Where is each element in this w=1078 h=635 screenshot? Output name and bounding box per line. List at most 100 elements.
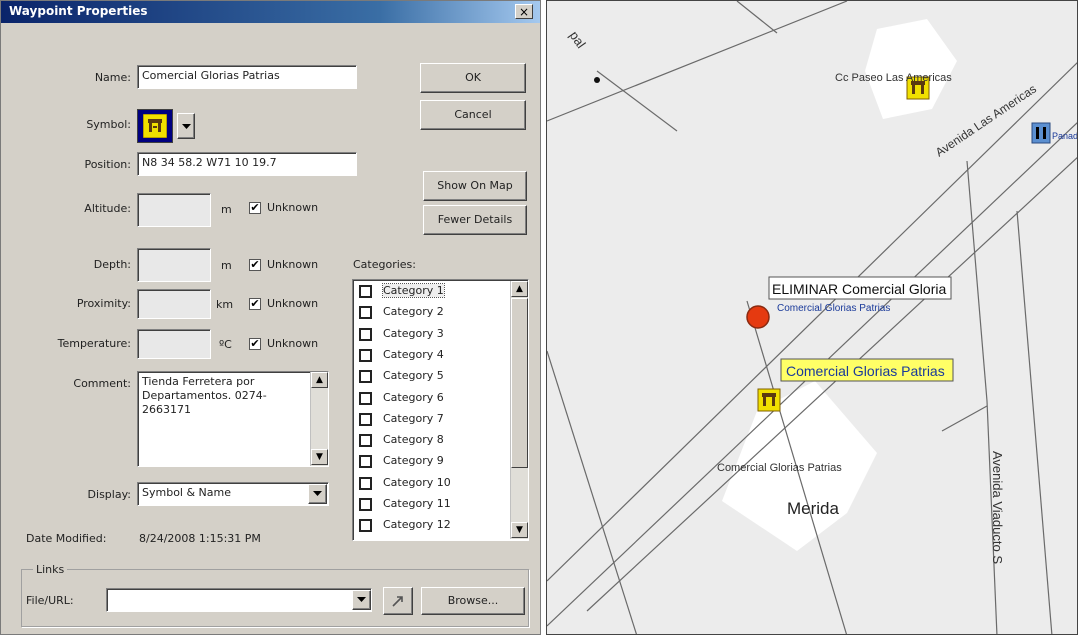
depth-unit: m — [221, 259, 232, 272]
category-checkbox[interactable] — [359, 412, 372, 426]
depth-label: Depth: — [93, 258, 131, 271]
waypoint-properties-dialog: Waypoint Properties × Name: Symbol: Posi… — [0, 0, 541, 635]
panaderia-symbol-icon[interactable] — [1031, 122, 1051, 144]
name-label: Name: — [94, 71, 131, 84]
category-label: Category 10 — [383, 475, 451, 489]
display-select[interactable]: Symbol & Name — [137, 482, 329, 506]
categories-scrollbar[interactable]: ▲ ▼ — [510, 281, 528, 539]
category-label: Category 9 — [383, 454, 444, 468]
symbol-dropdown-button[interactable] — [177, 113, 195, 139]
proximity-unit: km — [216, 298, 234, 311]
temperature-unit: ºC — [219, 338, 232, 351]
eliminar-sub-label: Comercial Glorias Patrias — [777, 303, 890, 314]
comment-scrollbar[interactable]: ▲ ▼ — [310, 372, 328, 466]
temperature-label: Temperature: — [57, 337, 131, 350]
avenida-americas-label: Avenida Las Americas — [933, 82, 1039, 160]
restaurant-icon — [143, 114, 167, 138]
category-checkbox[interactable] — [359, 476, 372, 490]
altitude-label: Altitude: — [84, 202, 131, 215]
close-button[interactable]: × — [515, 4, 533, 19]
scroll-down-icon[interactable]: ▼ — [511, 522, 528, 538]
category-label: Category 5 — [383, 369, 444, 383]
position-input[interactable]: N8 34 58.2 W71 10 19.7 — [137, 152, 357, 176]
scroll-down-icon[interactable]: ▼ — [311, 449, 328, 465]
dialog-title: Waypoint Properties — [9, 4, 148, 18]
category-checkbox[interactable] — [359, 455, 372, 469]
proximity-unknown-checkbox[interactable]: ✔ — [249, 298, 261, 310]
altitude-unit: m — [221, 203, 232, 216]
ok-button[interactable]: OK — [420, 63, 526, 93]
categories-label: Categories: — [353, 258, 416, 271]
category-checkbox[interactable] — [359, 391, 372, 405]
symbol-label: Symbol: — [86, 118, 131, 131]
scroll-thumb[interactable] — [511, 298, 528, 468]
category-checkbox[interactable] — [359, 285, 372, 298]
paseo-area — [865, 19, 957, 119]
file-url-dropdown-button[interactable] — [352, 590, 371, 610]
symbol-picker[interactable] — [137, 109, 173, 143]
scroll-up-icon[interactable]: ▲ — [511, 281, 528, 297]
category-checkbox[interactable] — [359, 306, 372, 320]
display-label: Display: — [87, 488, 131, 501]
date-modified-value: 8/24/2008 1:15:31 PM — [139, 532, 261, 545]
temperature-input[interactable] — [137, 329, 211, 359]
category-checkbox[interactable] — [359, 348, 372, 362]
category-label: Category 3 — [383, 326, 444, 340]
title-bar[interactable]: Waypoint Properties × — [1, 1, 540, 23]
categories-list: Category 1 Category 2 Category 3 Category 4… — [352, 279, 529, 541]
fewer-details-button[interactable]: Fewer Details — [423, 205, 527, 235]
category-label: Category 6 — [383, 390, 444, 404]
name-input[interactable]: Comercial Glorias Patrias — [137, 65, 357, 89]
cancel-button[interactable]: Cancel — [420, 100, 526, 130]
category-checkbox[interactable] — [359, 519, 372, 533]
altitude-unknown-checkbox[interactable]: ✔ — [249, 202, 261, 214]
file-url-input[interactable] — [106, 588, 372, 612]
map-point-marker[interactable] — [594, 77, 600, 83]
proximity-input[interactable] — [137, 289, 211, 319]
map-view[interactable]: pal Cc Paseo Las Americas Avenida Las Am… — [546, 0, 1078, 635]
category-checkbox[interactable] — [359, 370, 372, 384]
city-label: Merida — [787, 499, 840, 518]
proximity-unknown-label: Unknown — [267, 297, 319, 310]
panaderia-label: Panadera C — [1052, 131, 1078, 141]
comment-label: Comment: — [73, 377, 131, 390]
link-arrow-icon — [392, 596, 403, 607]
chevron-down-icon — [313, 491, 322, 496]
open-link-button[interactable] — [383, 587, 413, 615]
position-label: Position: — [84, 158, 131, 171]
depth-unknown-label: Unknown — [267, 258, 319, 271]
glorias-symbol-icon[interactable] — [757, 388, 781, 412]
scroll-up-icon[interactable]: ▲ — [311, 372, 328, 388]
chevron-down-icon — [181, 124, 191, 129]
proximity-label: Proximity: — [76, 297, 131, 310]
paseo-label: Cc Paseo Las Americas — [835, 72, 952, 84]
category-checkbox[interactable] — [359, 498, 372, 511]
category-checkbox[interactable] — [359, 327, 372, 341]
browse-button[interactable]: Browse... — [421, 587, 525, 615]
viaducto-label: Avenida Viaducto S — [990, 451, 1005, 564]
display-dropdown-button[interactable] — [308, 484, 327, 504]
links-group-label: Links — [33, 563, 68, 576]
temperature-unknown-checkbox[interactable]: ✔ — [249, 338, 261, 350]
category-label: Category 7 — [383, 411, 444, 425]
temperature-unknown-label: Unknown — [267, 337, 319, 350]
file-url-label: File/URL: — [26, 594, 74, 607]
altitude-input[interactable] — [137, 193, 211, 227]
road-label-top-left: pal — [567, 28, 589, 51]
depth-input[interactable] — [137, 248, 211, 282]
depth-unknown-checkbox[interactable]: ✔ — [249, 259, 261, 271]
chevron-down-icon — [357, 597, 366, 602]
deleted-waypoint-marker[interactable] — [746, 305, 770, 329]
eliminar-tag-label: ELIMINAR Comercial Gloria — [772, 281, 946, 297]
show-on-map-button[interactable]: Show On Map — [423, 171, 527, 201]
category-label: Category 11 — [383, 497, 451, 510]
glorias-area-label: Comercial Glorias Patrias — [717, 462, 842, 474]
category-label: Category 2 — [383, 305, 444, 319]
map-canvas[interactable]: pal Cc Paseo Las Americas Avenida Las Am… — [547, 1, 1078, 635]
altitude-unknown-label: Unknown — [267, 201, 319, 214]
category-checkbox[interactable] — [359, 434, 372, 448]
comment-textarea[interactable]: Tienda Ferretera por Departamentos. 0274… — [137, 371, 329, 467]
category-label: Category 8 — [383, 433, 444, 447]
category-label: Category 12 — [383, 518, 451, 532]
category-label: Category 4 — [383, 347, 444, 361]
